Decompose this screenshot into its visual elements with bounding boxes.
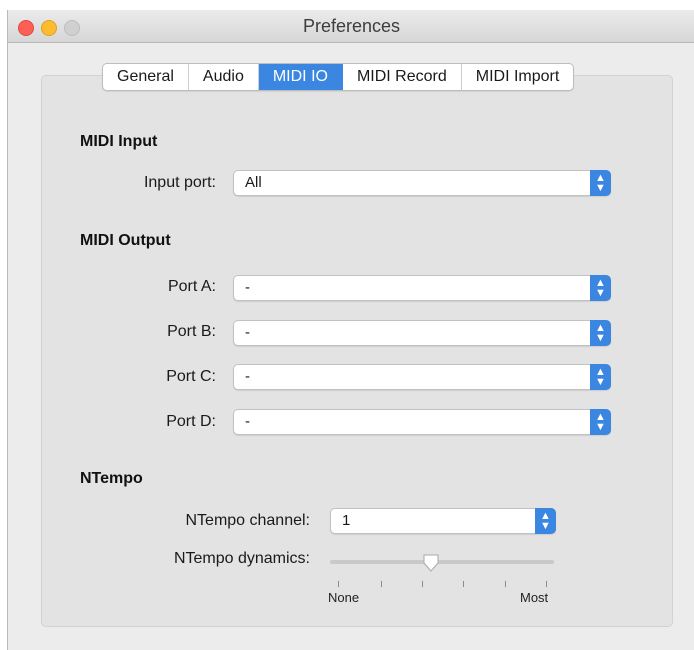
port-b-value: - xyxy=(245,324,250,341)
window-title: Preferences xyxy=(302,16,401,36)
port-c-label: Port C: xyxy=(166,368,216,385)
title-bar[interactable]: Preferences xyxy=(8,10,694,43)
port-b-label: Port B: xyxy=(167,323,216,340)
chevron-updown-icon: ▲ ▼ xyxy=(590,409,611,435)
ntempo-dynamics-slider-thumb[interactable] xyxy=(423,554,439,572)
chevron-updown-icon: ▲ ▼ xyxy=(590,364,611,390)
slider-tick xyxy=(546,581,547,587)
port-a-value: - xyxy=(245,279,250,296)
slider-tick xyxy=(422,581,423,587)
port-a-label: Port A: xyxy=(167,278,216,295)
tab-content-panel xyxy=(41,75,673,627)
tab-audio[interactable]: Audio xyxy=(189,64,259,90)
slider-tick xyxy=(381,581,382,587)
slider-tick xyxy=(463,581,464,587)
midi-output-heading: MIDI Output xyxy=(80,232,171,249)
input-port-value: All xyxy=(245,174,262,191)
ntempo-channel-label: NTempo channel: xyxy=(185,512,310,529)
ntempo-dynamics-label: NTempo dynamics: xyxy=(173,550,310,567)
port-d-label: Port D: xyxy=(166,413,216,430)
input-port-label: Input port: xyxy=(143,174,216,191)
dynamics-max-label: Most xyxy=(520,590,549,605)
port-c-value: - xyxy=(245,368,250,385)
ntempo-channel-value: 1 xyxy=(342,512,351,529)
tab-general[interactable]: General xyxy=(103,64,189,90)
ntempo-heading: NTempo xyxy=(80,470,143,487)
slider-tick xyxy=(338,581,339,587)
ntempo-channel-select[interactable]: 1 ▲ ▼ xyxy=(330,508,556,534)
chevron-updown-icon: ▲ ▼ xyxy=(590,320,611,346)
tab-midi-record[interactable]: MIDI Record xyxy=(343,64,462,90)
input-port-select[interactable]: All ▲ ▼ xyxy=(233,170,611,196)
tab-midi-import[interactable]: MIDI Import xyxy=(462,64,574,90)
port-b-select[interactable]: - ▲ ▼ xyxy=(233,320,611,346)
port-d-select[interactable]: - ▲ ▼ xyxy=(233,409,611,435)
midi-input-heading: MIDI Input xyxy=(80,133,158,150)
chevron-updown-icon: ▲ ▼ xyxy=(590,170,611,196)
preferences-window: Preferences General Audio MIDI IO MIDI R… xyxy=(7,10,694,650)
ntempo-dynamics-slider-track[interactable] xyxy=(330,560,554,564)
tab-bar: General Audio MIDI IO MIDI Record MIDI I… xyxy=(102,63,575,91)
port-d-value: - xyxy=(245,413,250,430)
port-c-select[interactable]: - ▲ ▼ xyxy=(233,364,611,390)
port-a-select[interactable]: - ▲ ▼ xyxy=(233,275,611,301)
dynamics-min-label: None xyxy=(328,590,360,605)
tab-midi-io[interactable]: MIDI IO xyxy=(258,64,343,90)
chevron-updown-icon: ▲ ▼ xyxy=(590,275,611,301)
slider-tick xyxy=(505,581,506,587)
chevron-updown-icon: ▲ ▼ xyxy=(535,508,556,534)
